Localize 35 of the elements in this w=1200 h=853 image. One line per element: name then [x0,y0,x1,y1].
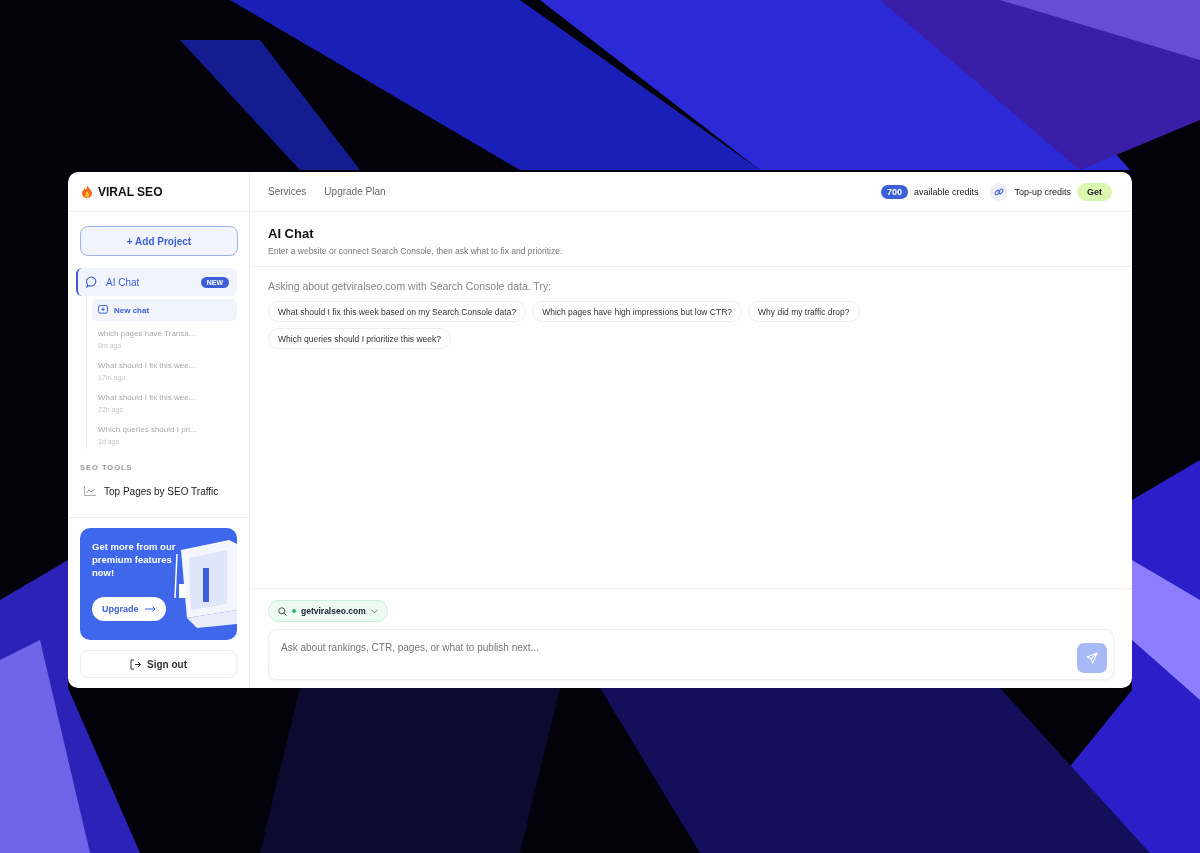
send-button[interactable] [1077,643,1107,673]
promo-text: Get more from our premium features now! [92,540,177,579]
suggestion-chip[interactable]: Why did my traffic drop? [748,301,860,322]
item-label: AI Chat [106,276,140,288]
message-field[interactable]: Ask about rankings, CTR, pages, or what to publish next... [268,629,1114,680]
nav-link[interactable]: Upgrade Plan [324,186,386,197]
page-title: AI Chat [268,226,315,241]
suggestion-chip[interactable]: Which pages have high impressions but low CTR? [532,301,743,322]
topup-label: Top-up credits [1014,186,1071,197]
credits-count: 700 [880,184,908,199]
domain-selector[interactable]: getviralseo.com [268,600,388,622]
suggestion-chip[interactable]: Which queries should I prioritize this week? [268,328,451,349]
flame-icon [82,185,92,198]
page-subtitle: Enter a website or connect Search Console, then ask what to fix and prioritize. [268,246,564,256]
upgrade-button[interactable]: Upgrade [92,597,166,621]
nav-link[interactable]: Services [268,186,307,197]
arrow-right-icon [144,606,156,612]
suggestion-chip[interactable]: What should I fix this week based on my Search Console data? [268,301,527,322]
tool-item[interactable]: Top Pages by SEO Traffic [76,484,237,498]
link-icon [994,186,1005,197]
line-chart-icon [84,486,96,496]
get-button[interactable]: Get [1077,182,1112,201]
send-icon [1086,652,1098,664]
new-chat-icon [98,305,108,315]
prompt-intro: Asking about getviralseo.com with Search Console data. Try: [268,280,553,292]
credits-label: available credits [913,186,979,197]
chevron-down-icon [370,608,378,614]
logo-text: VIRAL SEO [98,184,163,199]
new-chat-button[interactable]: New chat [92,299,237,321]
search-icon [278,606,287,616]
chat-title: which pages have Transa... [98,329,197,338]
add-project-button[interactable]: + Add Project [80,226,238,256]
sign-out-icon [130,658,141,670]
chat-bubble-icon [86,276,98,288]
sign-out-button[interactable]: Sign out [80,650,237,678]
